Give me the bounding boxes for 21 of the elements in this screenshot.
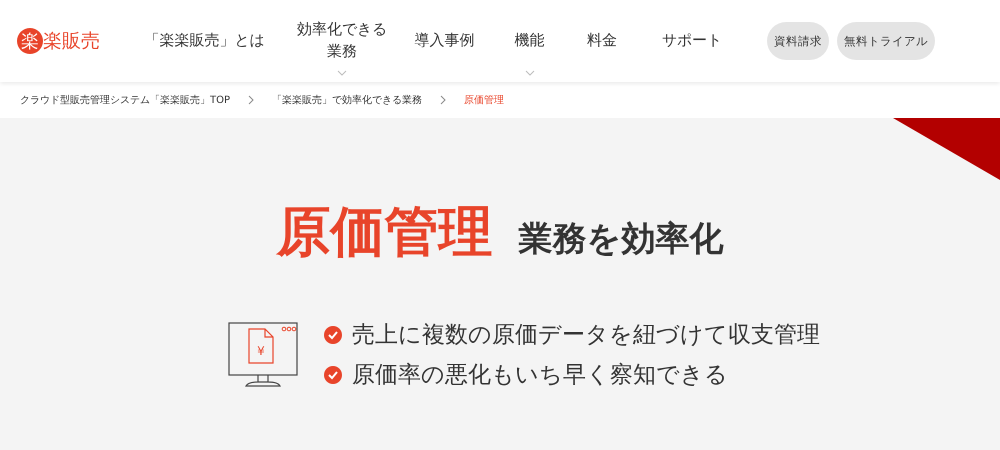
page-subtitle: 業務を効率化 <box>518 218 724 261</box>
breadcrumb-item: 原価管理 <box>464 94 504 107</box>
feature-point: 原価率の悪化もいち早く察知できる <box>352 361 728 390</box>
check-icon <box>324 366 342 384</box>
breadcrumb-item[interactable]: 「楽楽販売」で効率化できる業務 <box>272 93 422 107</box>
feature-point: 売上に複数の原価データを紐づけて収支管理 <box>352 321 820 350</box>
check-icon <box>324 326 342 344</box>
chevron-icon <box>440 95 446 105</box>
nav-item[interactable]: 導入事例 <box>414 30 474 52</box>
header-button[interactable]: 資料請求 <box>767 22 829 60</box>
header-button[interactable]: 無料トライアル <box>837 22 935 60</box>
nav-item[interactable]: サポート <box>662 30 722 52</box>
nav-item[interactable]: 「楽楽販売」とは <box>144 30 264 52</box>
nav-item[interactable]: 機能 <box>514 30 544 52</box>
chevron-icon <box>248 95 254 105</box>
page-title: 原価管理 <box>276 199 492 265</box>
breadcrumb-item[interactable]: クラウド型販売管理システム「楽楽販売」TOP <box>20 93 230 107</box>
nav-item[interactable]: 料金 <box>587 30 617 52</box>
nav-item[interactable]: 効率化できる業務 <box>293 19 391 63</box>
logo-text[interactable]: 楽販売 <box>43 28 100 54</box>
logo-mark[interactable]: 楽 <box>17 28 43 54</box>
